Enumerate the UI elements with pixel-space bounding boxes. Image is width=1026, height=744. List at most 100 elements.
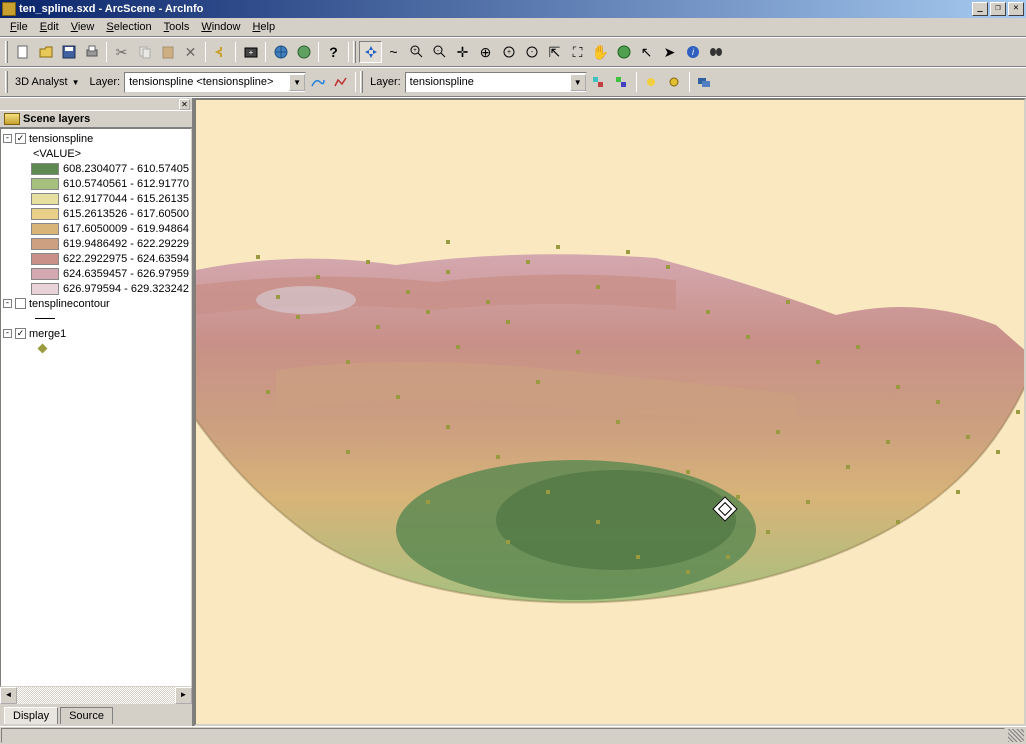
- legend-swatch: [31, 223, 59, 235]
- layers-icon: [4, 113, 20, 125]
- globe-full-icon[interactable]: [612, 41, 635, 63]
- identify-icon[interactable]: i: [681, 41, 704, 63]
- layer-name[interactable]: merge1: [29, 328, 66, 340]
- globe-icon[interactable]: [269, 41, 292, 63]
- dropdown-arrow-icon-2[interactable]: ▼: [570, 74, 586, 91]
- dropdown-arrow-icon[interactable]: ▼: [289, 74, 305, 91]
- menu-tools[interactable]: Tools: [158, 19, 196, 35]
- menu-file[interactable]: File: [4, 19, 34, 35]
- layer-name[interactable]: tensionspline: [29, 133, 93, 145]
- svg-text:-: -: [437, 48, 439, 54]
- analyst-dropdown-arrow[interactable]: ▼: [72, 78, 86, 87]
- legend-row: 622.2922975 - 624.63594: [3, 251, 189, 266]
- toc-close-button[interactable]: ✕: [179, 99, 190, 110]
- legend-label: 624.6359457 - 626.97959: [63, 268, 189, 280]
- zoom-in-icon[interactable]: +: [405, 41, 428, 63]
- legend-label: 617.6050009 - 619.94864: [63, 223, 189, 235]
- window-title: ten_spline.sxd - ArcScene - ArcInfo: [19, 3, 972, 15]
- legend-swatch: [31, 178, 59, 190]
- scene-view[interactable]: [194, 98, 1026, 726]
- center-target-icon[interactable]: ✛: [451, 41, 474, 63]
- layer-select-2-input[interactable]: [406, 76, 570, 88]
- layer-ext-icon[interactable]: [693, 71, 716, 93]
- add-data-button[interactable]: +: [239, 41, 262, 63]
- legend-swatch: [31, 268, 59, 280]
- effects-icon-2[interactable]: [610, 71, 633, 93]
- pointer-icon[interactable]: ➤: [658, 41, 681, 63]
- toolbar-grip-2[interactable]: [353, 41, 356, 63]
- restore-button[interactable]: ❐: [990, 2, 1006, 16]
- paste-button[interactable]: [156, 41, 179, 63]
- tree-toggle[interactable]: -: [3, 299, 12, 308]
- profile-graph-icon[interactable]: [329, 71, 352, 93]
- zoom-out-icon[interactable]: -: [428, 41, 451, 63]
- legend-swatch: [31, 238, 59, 250]
- scroll-track[interactable]: [17, 687, 175, 704]
- select-features-icon[interactable]: ↖: [635, 41, 658, 63]
- toc-tree[interactable]: - ✓ tensionspline <VALUE> 608.2304077 - …: [0, 128, 192, 687]
- svg-text:+: +: [506, 49, 510, 56]
- open-button[interactable]: [34, 41, 57, 63]
- legend-label: 626.979594 - 629.323242: [63, 283, 189, 295]
- menu-help[interactable]: Help: [246, 19, 281, 35]
- navigate-button[interactable]: [359, 41, 382, 63]
- delete-button[interactable]: ✕: [179, 41, 202, 63]
- fly-button[interactable]: ~: [382, 41, 405, 63]
- toolbar-grip[interactable]: [5, 41, 8, 63]
- layer-name[interactable]: tensplinecontour: [29, 298, 110, 310]
- print-button[interactable]: [80, 41, 103, 63]
- legend-row: 624.6359457 - 626.97959: [3, 266, 189, 281]
- find-icon[interactable]: [704, 41, 727, 63]
- interpolate-line-icon[interactable]: [306, 71, 329, 93]
- catalog-button[interactable]: [292, 41, 315, 63]
- tab-source[interactable]: Source: [60, 707, 113, 724]
- legend-label: 608.2304077 - 610.57405: [63, 163, 189, 175]
- close-button[interactable]: ✕: [1008, 2, 1024, 16]
- scroll-right-icon[interactable]: ►: [175, 687, 192, 704]
- menu-window[interactable]: Window: [195, 19, 246, 35]
- tree-toggle[interactable]: -: [3, 329, 12, 338]
- legend-swatch: [31, 193, 59, 205]
- save-button[interactable]: [57, 41, 80, 63]
- toolbar-grip-4[interactable]: [360, 71, 363, 93]
- toc-panel: ✕ Scene layers - ✓ tensionspline <VALUE>…: [0, 98, 194, 726]
- cut-button[interactable]: ✂: [110, 41, 133, 63]
- scroll-left-icon[interactable]: ◄: [0, 687, 17, 704]
- layer-checkbox[interactable]: ✓: [15, 328, 26, 339]
- layer-checkbox[interactable]: [15, 298, 26, 309]
- zoom-target-icon[interactable]: ⊕: [474, 41, 497, 63]
- new-button[interactable]: [11, 41, 34, 63]
- menu-selection[interactable]: Selection: [100, 19, 157, 35]
- layer-select-1-input[interactable]: [125, 76, 289, 88]
- svg-text:-: -: [530, 49, 533, 56]
- copy-button[interactable]: [133, 41, 156, 63]
- toc-tabs: Display Source: [0, 704, 192, 726]
- layer-select-1[interactable]: ▼: [124, 72, 306, 93]
- tab-display[interactable]: Display: [4, 707, 58, 724]
- lighting-icon[interactable]: [640, 71, 663, 93]
- layer-label-2: Layer:: [366, 76, 405, 88]
- effects-icon-1[interactable]: [587, 71, 610, 93]
- toolbar-grip-3[interactable]: [5, 71, 8, 93]
- menu-edit[interactable]: Edit: [34, 19, 65, 35]
- minimize-button[interactable]: _: [972, 2, 988, 16]
- legend-row: 619.9486492 - 622.29229: [3, 236, 189, 251]
- resize-grip-icon[interactable]: [1008, 729, 1024, 742]
- undo-button[interactable]: [209, 41, 232, 63]
- legend-swatch: [31, 208, 59, 220]
- toc-title: Scene layers: [23, 113, 90, 125]
- layer-checkbox[interactable]: ✓: [15, 133, 26, 144]
- fixed-zoom-out-icon[interactable]: -: [520, 41, 543, 63]
- layer-select-2[interactable]: ▼: [405, 72, 587, 93]
- help-pointer-button[interactable]: ?: [322, 41, 345, 63]
- fixed-zoom-in-icon[interactable]: +: [497, 41, 520, 63]
- titlebar: ten_spline.sxd - ArcScene - ArcInfo _ ❐ …: [0, 0, 1026, 18]
- full-extent-icon[interactable]: ⛶: [566, 41, 589, 63]
- analyst-dropdown-label[interactable]: 3D Analyst: [11, 76, 72, 88]
- toc-h-scrollbar[interactable]: ◄ ►: [0, 687, 192, 704]
- menu-view[interactable]: View: [65, 19, 101, 35]
- pan-icon[interactable]: ✋: [589, 41, 612, 63]
- shading-icon[interactable]: [663, 71, 686, 93]
- expand-fov-icon[interactable]: ⇱: [543, 41, 566, 63]
- tree-toggle[interactable]: -: [3, 134, 12, 143]
